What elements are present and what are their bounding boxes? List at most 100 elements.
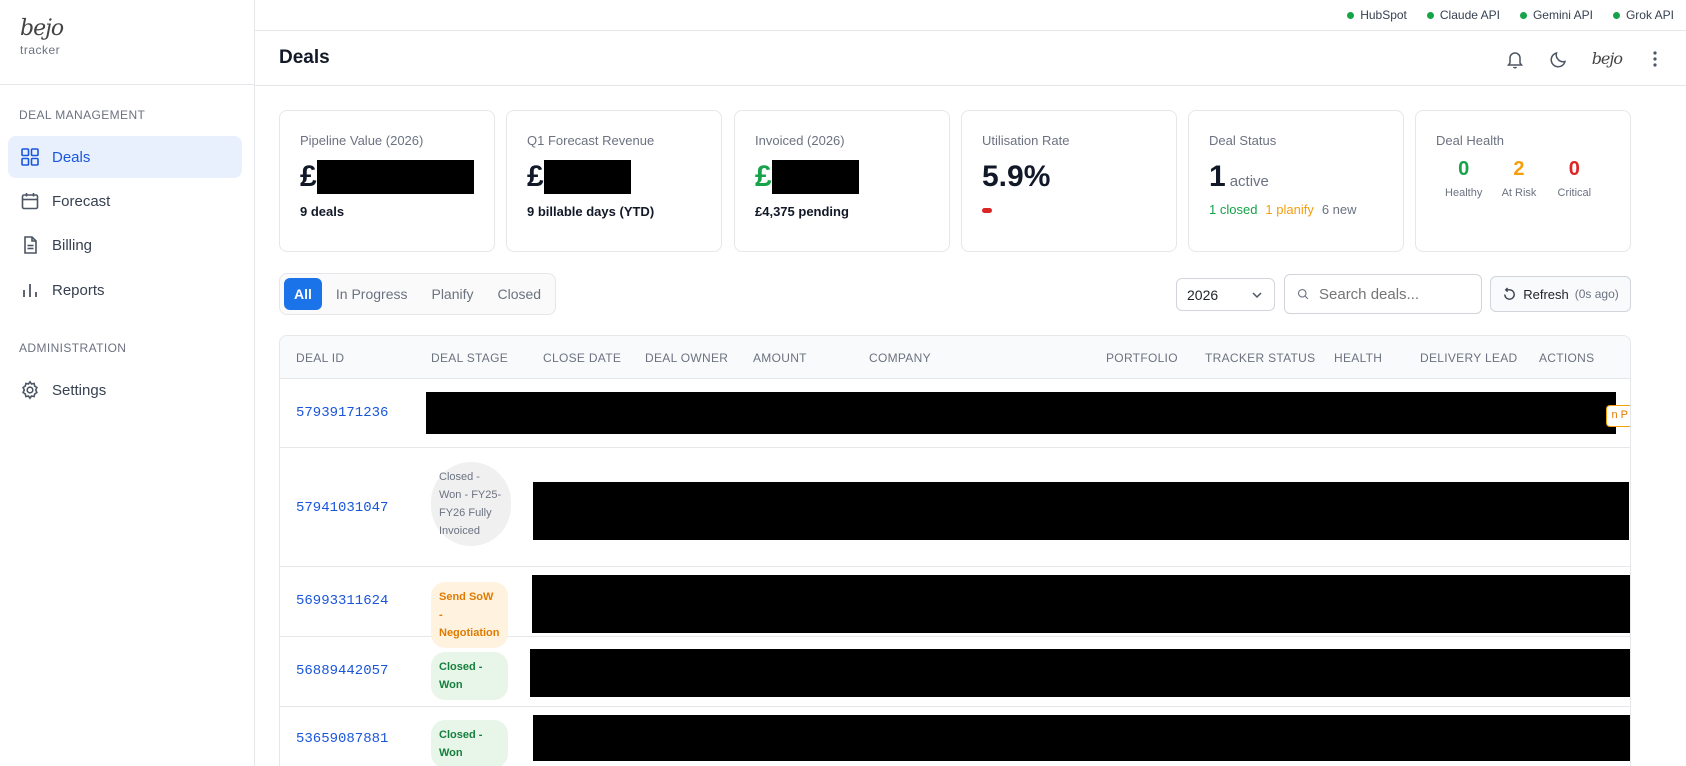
health-label: Critical [1557,187,1592,199]
health-value: 2 [1513,158,1525,180]
deal-id-link[interactable]: 56993311624 [296,593,388,609]
card-q1-forecast: Q1 Forecast Revenue £ 9 billable days (Y… [506,110,722,252]
search-input[interactable] [1319,285,1469,303]
deal-id-link[interactable]: 56889442057 [296,663,388,679]
brand[interactable]: bejo tracker [0,0,254,85]
sidebar-item-billing[interactable]: Billing [8,224,242,266]
brand-logo: bejo [20,16,64,41]
section-title-deal-management: DEAL MANAGEMENT [19,108,146,122]
health-at-risk: 2 At Risk [1491,158,1546,199]
status-gemini-api: Gemini API [1519,8,1593,22]
header-actions: bejo [1504,31,1666,86]
sidebar-item-label: Billing [52,236,93,254]
bell-icon[interactable] [1504,48,1526,70]
redacted-value [543,160,631,194]
currency-symbol: £ [755,160,772,193]
refresh-button[interactable]: Refresh (0s ago) [1490,276,1631,312]
table-header: DEAL ID DEAL STAGE CLOSE DATE DEAL OWNER… [280,336,1630,379]
table-row[interactable]: 53659087881 Closed - Won [280,707,1630,766]
card-label: Invoiced (2026) [755,133,845,148]
column-header-health[interactable]: HEALTH [1334,336,1382,379]
status-dot [1519,11,1527,19]
card-value: £ [527,160,701,194]
active-count: 1 active [1209,160,1383,194]
card-label: Deal Health [1436,133,1504,148]
card-value: £ [300,160,474,194]
integration-status-bar: HubSpot Claude API Gemini API Grok API [255,0,1686,31]
deal-id-link[interactable]: 53659087881 [296,731,388,747]
table-row[interactable]: 57941031047 Closed - Won - FY25-FY26 Ful… [280,448,1630,567]
table-row[interactable]: 56889442057 Closed - Won [280,637,1630,707]
card-foot: 9 billable days (YTD) [527,204,655,219]
sidebar-item-forecast[interactable]: Forecast [8,180,242,222]
year-select[interactable]: 2026 [1176,278,1275,311]
sidebar-item-settings[interactable]: Settings [8,369,242,411]
card-deal-health: Deal Health 0 Healthy 2 At Risk 0 Critical [1415,110,1631,252]
tab-closed[interactable]: Closed [488,278,552,310]
deal-id-link[interactable]: 57941031047 [296,500,388,516]
card-foot: £4,375 pending [755,204,849,219]
status-dot [1347,11,1355,19]
status-dot [1612,11,1620,19]
tab-planify[interactable]: Planify [421,278,483,310]
sidebar: bejo tracker DEAL MANAGEMENT Deals Forec… [0,0,255,766]
tab-all[interactable]: All [284,278,322,310]
card-label: Deal Status [1209,133,1277,148]
column-header-company[interactable]: COMPANY [869,336,931,379]
page-header: Deals bejo [255,31,1686,86]
redacted-value [771,160,859,194]
sidebar-item-deals[interactable]: Deals [8,136,242,178]
health-healthy: 0 Healthy [1436,158,1491,199]
column-header-close-date[interactable]: CLOSE DATE [543,336,621,379]
status-claude-api: Claude API [1426,8,1500,22]
card-foot: 9 deals [300,204,345,219]
sidebar-item-label: Reports [52,281,105,299]
refresh-label: Refresh [1523,286,1569,302]
card-pipeline-value: Pipeline Value (2026) £ 9 deals [279,110,495,252]
sidebar-item-label: Deals [52,148,91,166]
health-breakdown: 0 Healthy 2 At Risk 0 Critical [1436,158,1610,199]
utilisation-bar [982,208,992,213]
health-critical: 0 Critical [1547,158,1602,199]
brand-subtitle: tracker [20,43,61,57]
refresh-age: (0s ago) [1574,287,1619,301]
column-header-actions: ACTIONS [1539,350,1595,365]
sidebar-item-reports[interactable]: Reports [8,269,242,311]
column-header-amount[interactable]: AMOUNT [753,336,807,379]
grid-icon [21,148,39,166]
user-avatar[interactable]: bejo [1592,49,1623,68]
more-vertical-icon[interactable] [1644,48,1666,70]
column-header-tracker-status[interactable]: TRACKER STATUS [1205,336,1315,379]
redacted-row-content [533,482,1629,540]
search-box[interactable] [1284,274,1482,314]
moon-icon[interactable] [1548,48,1570,70]
column-header-deal-stage[interactable]: DEAL STAGE [431,336,508,379]
deal-stage-badge: Closed - Won - FY25-FY26 Fully Invoiced [431,462,511,546]
search-icon [1297,288,1309,300]
active-number: 1 [1209,160,1226,193]
status-label: Gemini API [1532,8,1593,22]
column-header-deal-id[interactable]: DEAL ID [296,336,344,379]
health-label: At Risk [1501,187,1537,199]
column-header-delivery-lead[interactable]: DELIVERY LEAD [1420,336,1518,379]
deal-stage-badge: Closed - Won [431,652,508,700]
deal-stage-badge: Closed - Won [431,720,508,766]
redacted-row-content [533,715,1630,761]
status-grok-api: Grok API [1612,8,1674,22]
redacted-row-content [532,575,1630,633]
card-label: Utilisation Rate [982,133,1070,148]
calendar-icon [21,193,39,210]
column-header-deal-owner[interactable]: DEAL OWNER [645,336,728,379]
card-invoiced: Invoiced (2026) £ £4,375 pending [734,110,950,252]
sidebar-item-label: Settings [52,381,107,399]
deal-id-link[interactable]: 57939171236 [296,405,388,421]
redacted-row-content [426,392,1616,434]
table-row[interactable]: 56993311624 Send SoW - Negotiation [280,567,1630,648]
table-row[interactable]: 57939171236 n P [280,379,1630,448]
status-label: Claude API [1439,8,1500,22]
column-header-portfolio[interactable]: PORTFOLIO [1106,336,1178,379]
tab-in-progress[interactable]: In Progress [326,278,418,310]
currency-symbol: £ [527,160,544,193]
new-count: 6 new [1321,202,1357,217]
active-label: active [1229,173,1269,190]
